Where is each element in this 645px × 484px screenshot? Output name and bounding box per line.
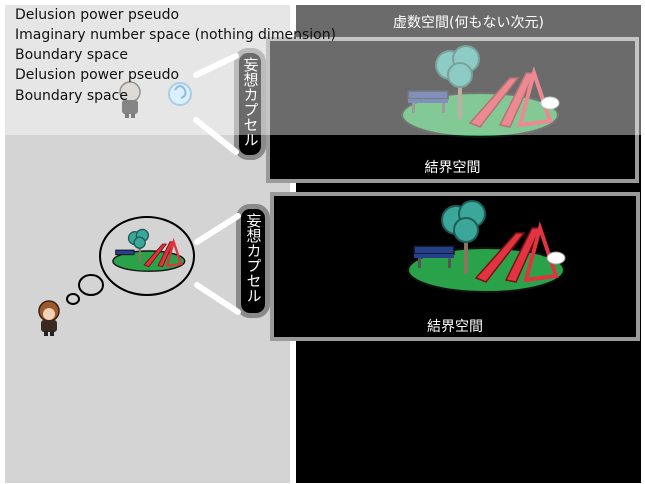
connector-line [194, 282, 241, 315]
caption-line-1: Delusion power pseudo [15, 7, 180, 23]
caption-overlay: Delusion power pseudo Imaginary number s… [5, 5, 645, 135]
character-sprite-bottom [38, 300, 60, 336]
connector-line [194, 213, 241, 245]
caption-line-3: Boundary space [15, 47, 128, 63]
caption-line-4: Delusion power pseudo [15, 67, 180, 83]
caption-line-5: Boundary space [15, 88, 128, 104]
caption-line-2: Imaginary number space (nothing dimensio… [15, 27, 337, 43]
